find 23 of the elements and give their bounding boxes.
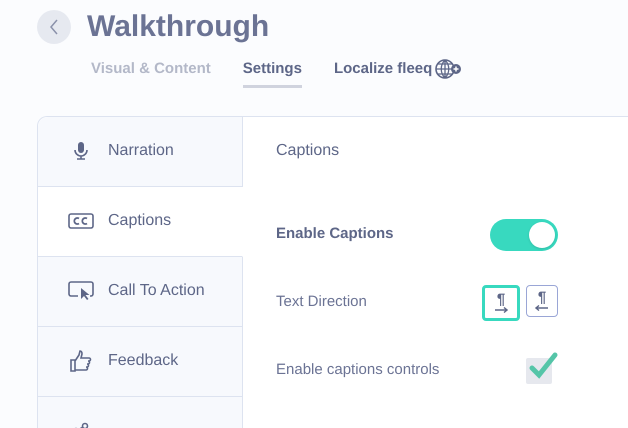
text-direction-button[interactable]: ¶: [482, 284, 520, 320]
right-arrow-icon: [494, 307, 508, 313]
sidebar-item[interactable]: Narration: [38, 116, 243, 186]
sidebar-item[interactable]: Call To Action: [38, 256, 243, 326]
microphone-icon: [73, 141, 89, 161]
back-button[interactable]: [37, 10, 71, 44]
setting-label: Text Direction: [276, 292, 367, 312]
chevron-left-icon: [49, 19, 59, 35]
page-title: Walkthrough: [87, 12, 270, 42]
sidebar-item[interactable]: Feedback: [38, 326, 243, 396]
left-arrow-icon: [535, 305, 549, 311]
tab[interactable]: Settings: [242, 58, 302, 88]
setting-label: Enable captions controls: [276, 360, 440, 380]
section-title: Captions: [276, 140, 340, 160]
globe-plus-icon: [434, 58, 462, 80]
setting-label: Enable Captions: [276, 224, 394, 244]
thumbs-up-icon: [70, 350, 92, 372]
checkbox[interactable]: [526, 352, 558, 384]
tab[interactable]: Localize fleeq: [334, 58, 462, 88]
cursor-screen-icon: [68, 281, 94, 301]
toggle-switch[interactable]: [490, 218, 558, 250]
text-direction-button[interactable]: ¶: [526, 284, 558, 316]
closed-captions-icon: [68, 213, 94, 229]
